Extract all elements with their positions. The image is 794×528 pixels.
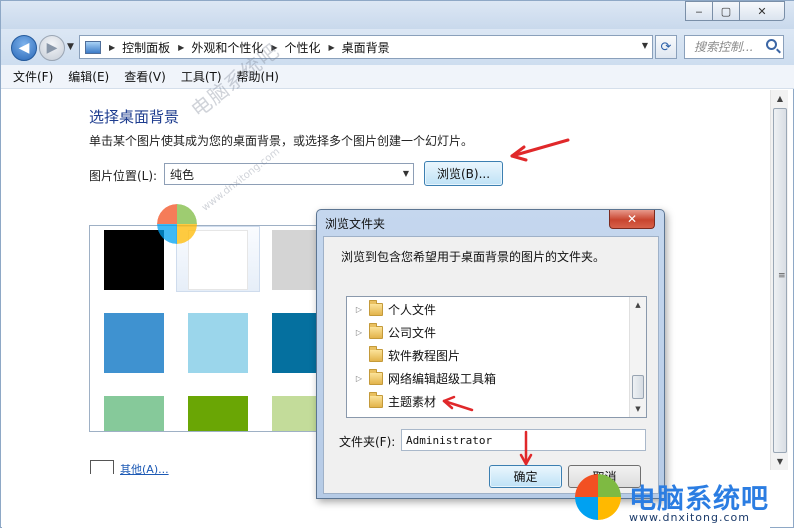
refresh-button[interactable]: ⟳ [655,35,677,59]
breadcrumb-separator-icon: ▶ [109,42,116,52]
scroll-up-icon[interactable]: ▲ [630,297,646,313]
browse-button[interactable]: 浏览(B)... [424,161,503,186]
color-swatch[interactable] [104,313,164,373]
chevron-down-icon: ▼ [402,169,409,178]
menu-file[interactable]: 文件(F) [13,68,53,85]
scroll-thumb[interactable] [632,375,644,399]
address-row: ◀ ▶ ▼ ▶ 控制面板 ▶ 外观和个性化 ▶ 个性化 ▶ 桌面背景 ▼ ⟳ [1,29,794,65]
folder-icon [369,391,383,408]
folder-field-label: 文件夹(F): [339,435,396,449]
scroll-thumb[interactable]: ≡ [773,108,787,453]
color-swatch[interactable] [272,313,318,373]
menu-view[interactable]: 查看(V) [124,68,166,85]
color-swatch[interactable] [272,230,318,290]
color-swatch[interactable] [188,313,248,373]
dialog-description: 浏览到包含您希望用于桌面背景的图片的文件夹。 [341,250,606,264]
search-box[interactable] [684,35,784,59]
dialog-close-button[interactable]: ✕ [609,210,655,229]
control-panel-icon [85,40,101,54]
browse-folder-dialog: 浏览文件夹 ✕ 浏览到包含您希望用于桌面背景的图片的文件夹。 ▷ 个人文件 ▷ … [316,209,665,499]
breadcrumb-separator-icon: ▶ [178,42,185,52]
tree-item-label: 软件教程图片 [388,348,461,363]
breadcrumb-separator-icon: ▶ [271,42,278,52]
color-swatch[interactable] [188,230,248,290]
breadcrumb-item-personalization[interactable]: 个性化 [285,39,321,56]
search-icon[interactable] [766,39,777,50]
folder-icon [369,299,383,316]
folder-icon [369,345,383,362]
folder-icon [369,368,383,385]
breadcrumb-item-appearance[interactable]: 外观和个性化 [191,39,263,56]
address-bar[interactable]: ▶ 控制面板 ▶ 外观和个性化 ▶ 个性化 ▶ 桌面背景 ▼ [79,35,653,59]
watermark-logo-icon [157,204,197,244]
menu-bar: 文件(F) 编辑(E) 查看(V) 工具(T) 帮助(H) [1,65,794,89]
page-title: 选择桌面背景 [89,108,180,126]
recent-pages-dropdown[interactable]: ▼ [67,42,74,52]
brand-url: www.dnxitong.com [629,511,750,524]
folder-tree[interactable]: ▷ 个人文件 ▷ 公司文件 软件教程图片 ▷ 网络编辑超级工具箱 主题素材 ▲ … [346,296,647,418]
minimize-button[interactable]: ‒ [685,1,713,21]
tree-item-label: 公司文件 [388,325,437,340]
picture-location-select[interactable]: 纯色 ▼ [164,163,414,185]
tree-item-tutorial-images[interactable]: 软件教程图片 [347,344,460,366]
scroll-up-icon[interactable]: ▲ [771,90,789,107]
address-dropdown-icon[interactable]: ▼ [642,41,648,50]
tree-item-label: 个人文件 [388,302,437,317]
menu-edit[interactable]: 编辑(E) [68,68,109,85]
tree-item-toolbox[interactable]: ▷ 网络编辑超级工具箱 [347,367,496,389]
expand-icon[interactable]: ▷ [353,374,365,383]
expand-icon[interactable]: ▷ [353,305,365,314]
page-description: 单击某个图片使其成为您的桌面背景，或选择多个图片创建一个幻灯片。 [89,134,474,148]
tree-scrollbar[interactable]: ▲ ▼ [629,297,646,417]
forward-button[interactable]: ▶ [39,35,65,61]
expand-icon[interactable]: ▷ [353,328,365,337]
color-swatch[interactable] [272,396,318,431]
tree-item-label: 主题素材 [388,394,437,409]
menu-tools[interactable]: 工具(T) [181,68,222,85]
folder-icon [369,322,383,339]
scroll-down-icon[interactable]: ▼ [630,401,646,417]
breadcrumb: ▶ 控制面板 ▶ 外观和个性化 ▶ 个性化 ▶ 桌面背景 [101,39,390,56]
title-bar: ‒ ▢ ✕ [1,1,794,29]
dialog-body: 浏览到包含您希望用于桌面背景的图片的文件夹。 ▷ 个人文件 ▷ 公司文件 软件教… [323,236,659,494]
forward-arrow-icon: ▶ [46,40,58,56]
scroll-down-icon[interactable]: ▼ [771,453,789,470]
brand-logo-icon [575,474,621,520]
back-button[interactable]: ◀ [11,35,37,61]
dialog-title: 浏览文件夹 [325,217,386,231]
more-colors-link[interactable]: 其他(A)... [120,461,169,477]
tree-item-company-files[interactable]: ▷ 公司文件 [347,321,436,343]
refresh-icon: ⟳ [660,39,672,55]
menu-help[interactable]: 帮助(H) [237,68,279,85]
back-arrow-icon: ◀ [18,40,30,56]
tree-item-personal-files[interactable]: ▷ 个人文件 [347,298,436,320]
breadcrumb-separator-icon: ▶ [328,42,335,52]
color-swatch[interactable] [104,230,164,290]
main-scrollbar[interactable]: ▲ ≡ ▼ [770,90,788,470]
breadcrumb-item-desktop-background[interactable]: 桌面背景 [342,39,390,56]
tree-item-theme-assets[interactable]: 主题素材 [347,390,436,412]
color-swatch[interactable] [104,396,164,431]
breadcrumb-item-control-panel[interactable]: 控制面板 [122,39,170,56]
picture-location-label: 图片位置(L): [89,169,158,183]
more-colors-swatch[interactable] [90,460,114,474]
picture-location-value: 纯色 [170,167,195,182]
folder-field[interactable] [401,429,646,451]
tree-item-label: 网络编辑超级工具箱 [388,371,497,386]
color-swatch[interactable] [188,396,248,431]
grip-icon: ≡ [778,271,786,281]
maximize-button[interactable]: ▢ [712,1,740,21]
ok-button[interactable]: 确定 [489,465,562,488]
close-button[interactable]: ✕ [739,1,785,21]
background-swatch-grid [89,225,319,432]
search-input[interactable] [694,40,764,54]
